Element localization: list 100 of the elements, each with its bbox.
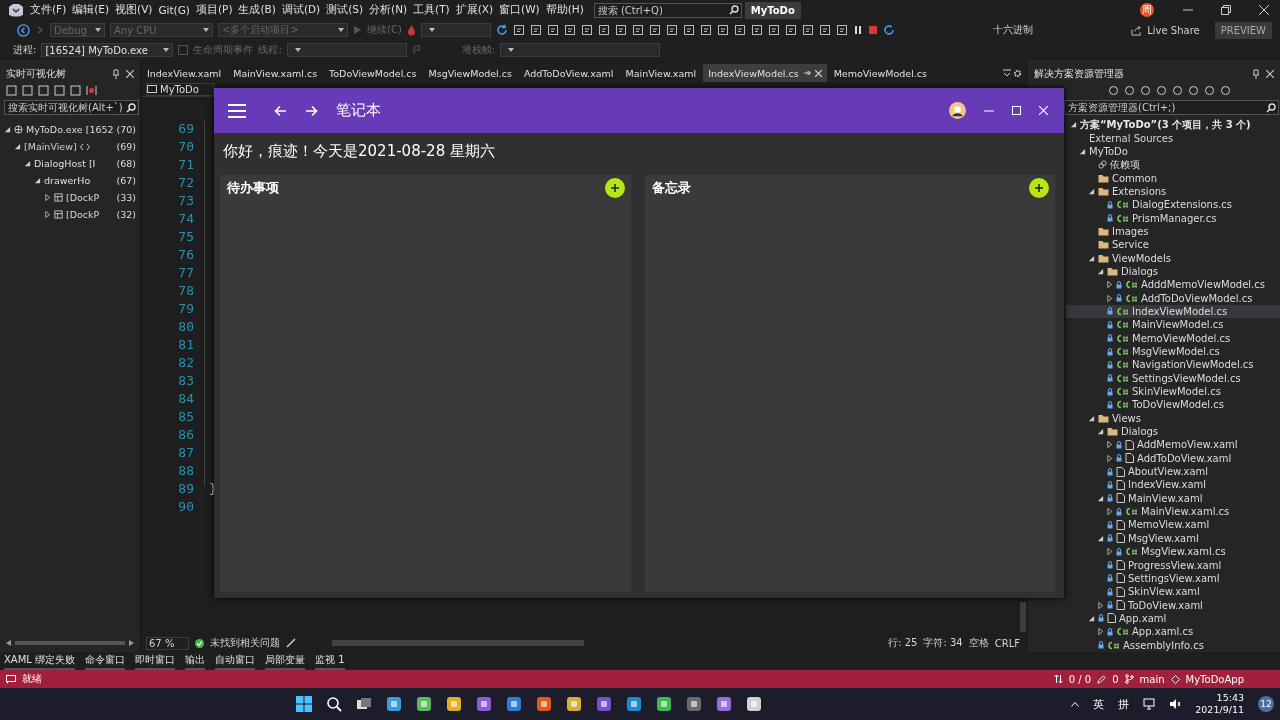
- tree-item[interactable]: AdddMemoViewModel.cs: [1066, 278, 1280, 292]
- line-number: 74: [177, 211, 194, 228]
- tree-item[interactable]: Extensions: [1066, 184, 1280, 199]
- clock-time[interactable]: 15:43: [1216, 692, 1244, 704]
- tree-item[interactable]: MsgView.xaml: [1066, 531, 1280, 545]
- line-number: 90: [177, 499, 194, 516]
- search-field[interactable]: 搜索实时可视化树(Alt+`): [4, 100, 139, 115]
- tree-item[interactable]: ViewModels: [1066, 251, 1280, 265]
- editor-tab[interactable]: MsgViewModel.cs: [423, 64, 517, 82]
- menu-item[interactable]: 窗口(W): [499, 3, 540, 17]
- tree-item[interactable]: AboutView.xaml: [1066, 464, 1280, 479]
- tree-item[interactable]: MsgViewModel.cs: [1066, 344, 1280, 359]
- menu-item[interactable]: 工具(T): [413, 3, 450, 17]
- column-indicator[interactable]: 字符: 34: [923, 636, 963, 650]
- notification-badge[interactable]: 12: [1258, 696, 1274, 712]
- tree-item[interactable]: AddToDoView.xaml: [1066, 451, 1280, 465]
- tree-item[interactable]: Dialogs: [1066, 264, 1280, 279]
- tree-item[interactable]: External Sources: [1066, 131, 1280, 145]
- tree-item[interactable]: Common: [1066, 171, 1280, 185]
- tree-item[interactable]: MainView.xaml.cs: [1066, 504, 1280, 519]
- indent-indicator[interactable]: 空格: [968, 636, 989, 650]
- tree-item[interactable]: MemoView.xaml: [1066, 518, 1280, 532]
- tree-item[interactable]: ToDoView.xaml: [1066, 598, 1280, 612]
- menu-item[interactable]: 生成(B): [238, 3, 276, 17]
- menu-item[interactable]: Git(G): [158, 4, 190, 16]
- editor-tab[interactable]: IndexViewModel.cs: [703, 64, 827, 82]
- line-number: 81: [177, 337, 194, 354]
- editor-tab[interactable]: IndexView.xaml: [142, 64, 227, 82]
- tree-item[interactable]: IndexViewModel.cs: [1066, 304, 1280, 319]
- tree-item[interactable]: App.xaml: [1066, 611, 1280, 626]
- menu-item[interactable]: 扩展(X): [455, 3, 494, 17]
- tree-item[interactable]: DialogExtensions.cs: [1066, 198, 1280, 212]
- element-count: (69): [116, 141, 136, 152]
- line-indicator[interactable]: 行: 25: [888, 636, 918, 650]
- tree-item[interactable]: PrismManager.cs: [1066, 211, 1280, 225]
- tree-item[interactable]: [DockP: [66, 209, 100, 220]
- tree-item[interactable]: Service: [1066, 238, 1280, 252]
- menu-item[interactable]: 帮助(H): [545, 3, 584, 17]
- editor-tab[interactable]: AddToDoView.xaml: [518, 64, 619, 82]
- tree-item[interactable]: App.xaml.cs: [1066, 625, 1280, 639]
- menu-item[interactable]: 测试(S): [326, 3, 364, 17]
- tree-item[interactable]: MainView.xaml: [1066, 491, 1280, 505]
- tree-item[interactable]: MainViewModel.cs: [1066, 318, 1280, 332]
- tree-item[interactable]: [DockP: [66, 192, 100, 203]
- process-dropdown[interactable]: [16524] MyToDo.exe: [41, 43, 174, 57]
- menu-item[interactable]: 视图(V): [115, 3, 153, 17]
- tree-item[interactable]: AssemblyInfo.cs: [1066, 638, 1280, 652]
- tree-item[interactable]: AddToDoViewModel.cs: [1066, 291, 1280, 305]
- line-number: 88: [177, 463, 194, 480]
- tree-item[interactable]: MemoViewModel.cs: [1066, 331, 1280, 345]
- tree-item[interactable]: MyToDo: [1066, 144, 1280, 159]
- tree-item[interactable]: ToDoViewModel.cs: [1066, 398, 1280, 412]
- input-mode[interactable]: 拼: [1118, 696, 1130, 712]
- line-ending-indicator[interactable]: CRLF: [994, 637, 1020, 649]
- live-share-button[interactable]: Live Share: [1147, 24, 1200, 36]
- line-number: 87: [177, 445, 194, 462]
- tree-item[interactable]: MyToDo.exe [1652: [26, 124, 114, 135]
- tree-item[interactable]: [MainView]: [24, 141, 77, 152]
- project-dropdown[interactable]: MyToDo: [146, 82, 214, 96]
- menu-item[interactable]: 调试(D): [281, 3, 321, 17]
- input-language[interactable]: 英: [1093, 696, 1105, 712]
- stack-frame-label: 堆栈帧:: [461, 43, 496, 57]
- tree-item[interactable]: DialogHost [I: [34, 158, 96, 169]
- tree-item[interactable]: IndexView.xaml: [1066, 478, 1280, 492]
- changes-status[interactable]: 0: [1112, 673, 1119, 685]
- repository-name[interactable]: MyToDoApp: [1185, 673, 1244, 685]
- tree-item[interactable]: SettingsView.xaml: [1066, 571, 1280, 586]
- tree-item[interactable]: SettingsViewModel.cs: [1066, 371, 1280, 385]
- tree-item[interactable]: AddMemoView.xaml: [1066, 438, 1280, 452]
- clock-date[interactable]: 2021/9/11: [1195, 704, 1244, 716]
- tree-item[interactable]: drawerHo: [44, 175, 91, 186]
- tree-item[interactable]: Views: [1066, 411, 1280, 425]
- menu-item[interactable]: 编辑(E): [72, 3, 110, 17]
- tree-item[interactable]: 依赖项: [1066, 158, 1280, 172]
- editor-tab[interactable]: MainView.xaml.cs: [228, 64, 323, 82]
- editor-tab[interactable]: ToDoViewModel.cs: [324, 64, 422, 82]
- tree-item[interactable]: Images: [1066, 224, 1280, 239]
- hex-toggle[interactable]: 十六进制: [993, 23, 1033, 37]
- editor-tab[interactable]: MemoViewModel.cs: [828, 64, 932, 82]
- zoom-dropdown[interactable]: 67 %: [146, 636, 190, 650]
- issues-status[interactable]: 未找到相关问题: [210, 636, 281, 650]
- line-number: 70: [177, 139, 194, 156]
- tree-item[interactable]: 方案“MyToDo”(3 个项目，共 3 个): [1066, 118, 1280, 132]
- search-field[interactable]: 方案资源管理器(Ctrl+;): [1064, 100, 1279, 115]
- account-avatar[interactable]: 周: [1140, 3, 1154, 17]
- tree-item[interactable]: SkinView.xaml: [1066, 585, 1280, 599]
- line-number: 89: [177, 481, 194, 498]
- branch-name[interactable]: main: [1139, 673, 1165, 685]
- menu-item[interactable]: 分析(N): [369, 3, 408, 17]
- tree-item[interactable]: NavigationViewModel.cs: [1066, 358, 1280, 372]
- commits-status[interactable]: 0 / 0: [1068, 673, 1092, 685]
- search-field[interactable]: 搜索 (Ctrl+Q): [593, 2, 742, 18]
- tree-item[interactable]: SkinViewModel.cs: [1066, 384, 1280, 399]
- menu-item[interactable]: 文件(F): [30, 3, 67, 17]
- menu-item[interactable]: 项目(P): [195, 3, 233, 17]
- panel-title: 实时可视化树: [6, 67, 67, 81]
- editor-tab[interactable]: MainView.xaml: [620, 64, 702, 82]
- tree-item[interactable]: MsgView.xaml.cs: [1066, 545, 1280, 559]
- tree-item[interactable]: Dialogs: [1066, 424, 1280, 439]
- tree-item[interactable]: ProgressView.xaml: [1066, 558, 1280, 572]
